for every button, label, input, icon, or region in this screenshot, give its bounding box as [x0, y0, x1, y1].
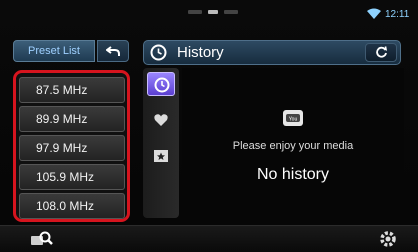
history-header: History [143, 40, 401, 65]
history-icon [150, 44, 167, 61]
preset-list: 87.5 MHz 89.9 MHz 97.9 MHz 105.9 MHz 108… [13, 70, 130, 222]
preset-list-tab[interactable]: Preset List [13, 40, 95, 62]
status-bar: 12:11 [0, 0, 418, 30]
refresh-icon [376, 46, 388, 58]
screen: 12:11 Preset List 87.5 MHz 89.9 MHz 97.9… [0, 0, 418, 252]
history-category-button[interactable] [147, 72, 175, 96]
preset-item[interactable]: 105.9 MHz [19, 164, 125, 190]
search-icon[interactable] [28, 229, 56, 249]
svg-text:You: You [289, 117, 298, 123]
preset-item[interactable]: 108.0 MHz [19, 193, 125, 219]
youtube-icon: You [283, 110, 303, 126]
page-indicator [188, 10, 238, 14]
empty-message: Please enjoy your media [232, 140, 354, 152]
clock: 12:11 [385, 9, 410, 20]
bottom-bar [0, 225, 418, 252]
page-title: History [177, 44, 224, 61]
star-icon [154, 150, 168, 162]
history-content: You Please enjoy your media No history [182, 68, 404, 218]
empty-title: No history [256, 166, 330, 183]
preset-item[interactable]: 97.9 MHz [19, 135, 125, 161]
bookmarks-category-button[interactable] [147, 144, 175, 168]
clock-icon [154, 77, 170, 93]
preset-header: Preset List [13, 40, 129, 64]
preset-item[interactable]: 87.5 MHz [19, 77, 125, 103]
category-strip [143, 68, 179, 218]
heart-icon [154, 114, 168, 126]
preset-item[interactable]: 89.9 MHz [19, 106, 125, 132]
back-button[interactable] [97, 40, 129, 62]
wifi-icon [367, 8, 381, 19]
gear-icon[interactable] [378, 229, 398, 249]
favorites-category-button[interactable] [147, 108, 175, 132]
back-arrow-icon [106, 46, 120, 56]
refresh-button[interactable] [365, 43, 397, 62]
